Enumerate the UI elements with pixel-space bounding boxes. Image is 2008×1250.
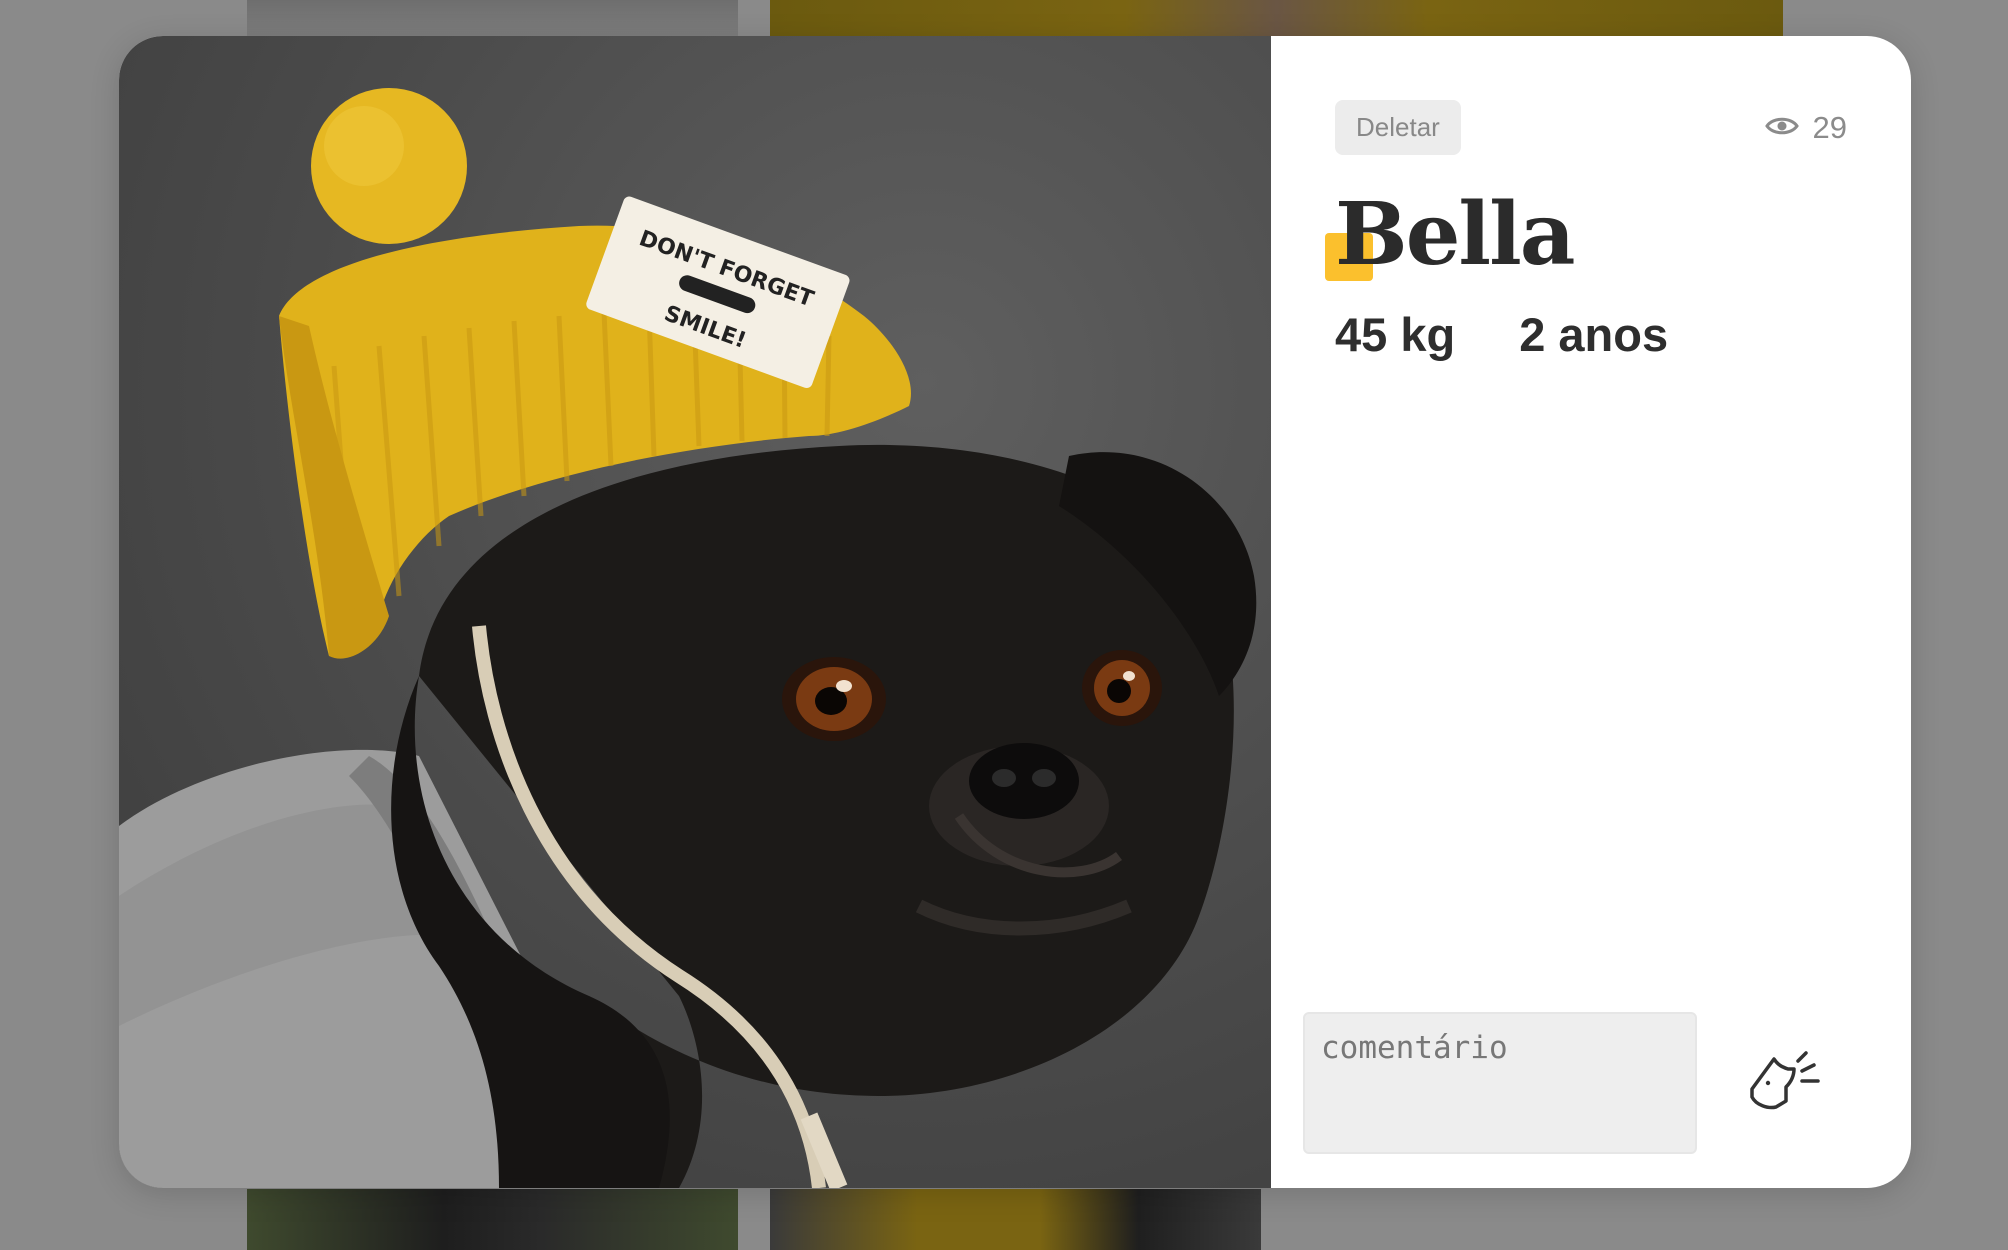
feed-photo-tile	[247, 0, 738, 36]
delete-button[interactable]: Deletar	[1335, 100, 1461, 155]
post-details: Deletar 29 Bella 45 kg 2 anos	[1271, 36, 1911, 1188]
pet-photo: DON'T FORGET SMILE!	[119, 36, 1271, 1188]
dog-bark-icon	[1746, 1047, 1828, 1120]
send-comment-button[interactable]	[1737, 1033, 1837, 1133]
pet-age: 2 anos	[1519, 308, 1669, 361]
comment-form	[1303, 1012, 1871, 1154]
photo-modal: DON'T FORGET SMILE! Deletar 29 Bella 45 …	[119, 36, 1911, 1188]
feed-photo-tile	[247, 1189, 738, 1250]
pet-name: Bella	[1335, 184, 1575, 285]
views-counter: 29	[1764, 109, 1847, 146]
pet-attributes: 45 kg 2 anos	[1335, 307, 1847, 362]
views-count: 29	[1812, 109, 1847, 145]
feed-photo-tile	[770, 0, 1783, 36]
pet-weight: 45 kg	[1335, 308, 1456, 361]
post-header: Deletar 29	[1335, 100, 1847, 155]
eye-icon	[1764, 110, 1799, 146]
feed-photo-tile	[770, 1189, 1261, 1250]
pet-name-heading: Bella	[1325, 184, 1847, 285]
pug-illustration: DON'T FORGET SMILE!	[119, 88, 1257, 1188]
comment-input[interactable]	[1303, 1012, 1697, 1154]
